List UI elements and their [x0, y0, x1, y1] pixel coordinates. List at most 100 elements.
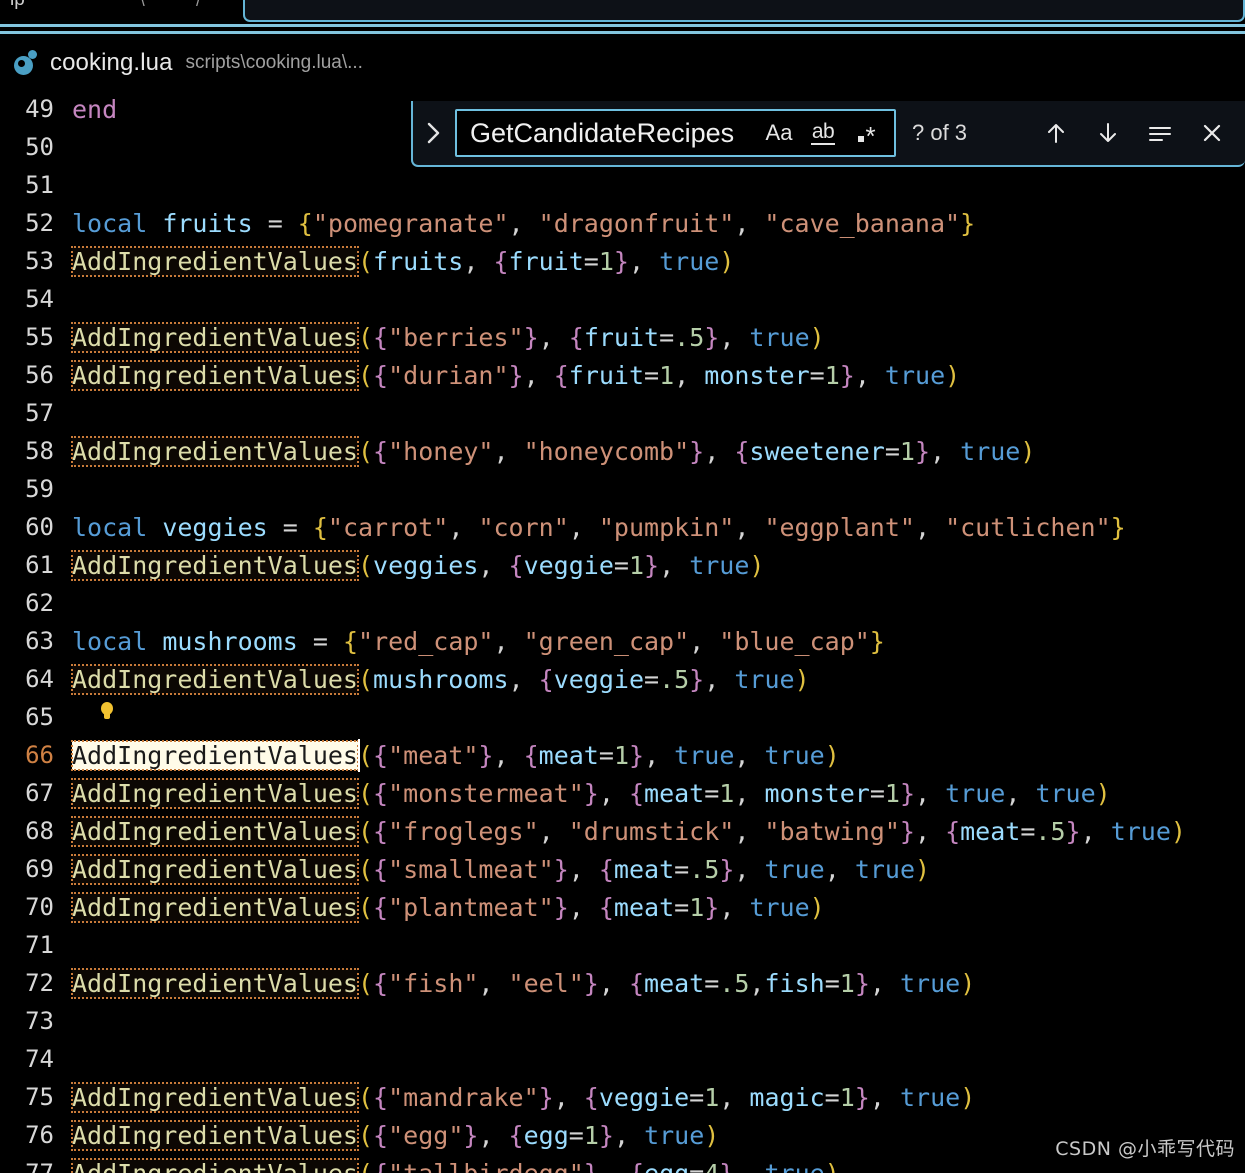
code-token: , — [824, 854, 855, 884]
match-whole-word-icon[interactable]: ab — [806, 116, 840, 150]
code-token: mushrooms — [162, 626, 298, 656]
code-line[interactable]: 52 local fruits = {"pomegranate", "dragon… — [0, 204, 1245, 242]
code-line[interactable]: 64 AddIngredientValues(mushrooms, {veggie… — [0, 660, 1245, 698]
code-token: , — [568, 512, 599, 542]
line-number: 68 — [25, 817, 54, 845]
search-match[interactable]: AddIngredientValues — [71, 1119, 359, 1151]
search-match[interactable]: AddIngredientValues — [71, 853, 359, 885]
code-token: "meat" — [388, 740, 479, 770]
use-regex-icon[interactable]: * — [850, 116, 884, 150]
search-match[interactable]: AddIngredientValues — [71, 663, 359, 695]
code-token: "mandrake" — [388, 1082, 539, 1112]
code-line[interactable]: 69 AddIngredientValues({"smallmeat"}, {me… — [0, 850, 1245, 888]
search-match[interactable]: AddIngredientValues — [71, 777, 359, 809]
code-token: "berries" — [388, 322, 524, 352]
code-token: } — [689, 436, 705, 466]
code-token: monster — [704, 360, 810, 390]
code-line[interactable]: 67 AddIngredientValues({"monstermeat"}, {… — [0, 774, 1245, 812]
code-line[interactable]: 58 AddIngredientValues({"honey", "honeyco… — [0, 432, 1245, 470]
code-line[interactable]: 71 — [0, 926, 1245, 964]
code-token: true — [960, 436, 1021, 466]
code-token: egg — [644, 1158, 690, 1173]
code-line[interactable]: 54 — [0, 280, 1245, 318]
code-token: } — [553, 854, 569, 884]
code-line[interactable]: 59 — [0, 470, 1245, 508]
code-token: .5 — [719, 968, 750, 998]
code-line[interactable]: 76 AddIngredientValues({"egg"}, {egg=1}, … — [0, 1116, 1245, 1154]
code-token: = — [809, 360, 825, 390]
code-token: ( — [357, 246, 374, 276]
toggle-replace-chevron-icon[interactable] — [413, 100, 455, 166]
code-token: , — [508, 664, 539, 694]
code-token: veggie — [598, 1082, 690, 1112]
lightbulb-icon[interactable] — [100, 702, 114, 720]
code-editor[interactable]: 49 end 50 51 52 local fruits = {"pomegranate"… — [0, 90, 1245, 1173]
find-widget[interactable]: GetCandidateRecipes Aa ab * ? of 3 — [411, 101, 1245, 167]
code-line[interactable]: 70 AddIngredientValues({"plantmeat"}, {me… — [0, 888, 1245, 926]
breadcrumb-fragment-left[interactable]: ip — [10, 0, 25, 11]
code-token: ( — [357, 892, 374, 922]
code-token: { — [373, 1120, 389, 1150]
code-token: = — [267, 512, 313, 542]
search-match[interactable]: AddIngredientValues — [71, 1157, 359, 1173]
code-line[interactable]: 62 — [0, 584, 1245, 622]
match-case-icon[interactable]: Aa — [762, 116, 796, 150]
code-token: ) — [1095, 778, 1111, 808]
code-line[interactable]: 55 AddIngredientValues({"berries"}, {frui… — [0, 318, 1245, 356]
line-number: 64 — [25, 665, 54, 693]
code-line[interactable]: 66 AddIngredientValues({"meat"}, {meat=1}… — [0, 736, 1245, 774]
search-match-current[interactable]: AddIngredientValues — [71, 738, 360, 772]
code-line[interactable]: 75 AddIngredientValues({"mandrake"}, {veg… — [0, 1078, 1245, 1116]
code-line[interactable]: 65 — [0, 698, 1245, 736]
code-line[interactable]: 73 — [0, 1002, 1245, 1040]
code-text: AddIngredientValues({"plantmeat"}, {meat… — [71, 891, 825, 923]
code-text: local fruits = {"pomegranate", "dragonfr… — [72, 209, 975, 238]
search-match[interactable]: AddIngredientValues — [71, 245, 359, 277]
find-actions — [1037, 114, 1245, 152]
code-token: ( — [357, 740, 374, 770]
code-token: "monstermeat" — [388, 778, 584, 808]
search-match[interactable]: AddIngredientValues — [71, 891, 359, 923]
code-token: veggie — [553, 664, 644, 694]
search-match[interactable]: AddIngredientValues — [71, 1081, 359, 1113]
code-token: , — [538, 816, 569, 846]
code-token: ( — [357, 664, 374, 694]
code-line[interactable]: 61 AddIngredientValues(veggies, {veggie=1… — [0, 546, 1245, 584]
code-line[interactable]: 74 — [0, 1040, 1245, 1078]
code-line[interactable]: 72 AddIngredientValues({"fish", "eel"}, {… — [0, 964, 1245, 1002]
file-name-label[interactable]: cooking.lua — [50, 49, 173, 77]
code-line[interactable]: 60 local veggies = {"carrot", "corn", "pu… — [0, 508, 1245, 546]
code-token: } — [583, 1158, 599, 1173]
close-icon[interactable] — [1193, 114, 1231, 152]
search-match[interactable]: AddIngredientValues — [71, 359, 359, 391]
previous-match-arrow-up-icon[interactable] — [1037, 114, 1075, 152]
code-token: ) — [794, 664, 810, 694]
code-token: , — [914, 816, 946, 846]
code-line[interactable]: 51 — [0, 166, 1245, 204]
code-line[interactable]: 56 AddIngredientValues({"durian"}, {fruit… — [0, 356, 1245, 394]
search-match[interactable]: AddIngredientValues — [71, 967, 359, 999]
code-token: , — [538, 322, 569, 352]
find-input-value[interactable]: GetCandidateRecipes — [457, 118, 762, 149]
code-line[interactable]: 57 — [0, 394, 1245, 432]
search-match[interactable]: AddIngredientValues — [71, 321, 359, 353]
code-line[interactable]: 53 AddIngredientValues(fruits, {fruit=1},… — [0, 242, 1245, 280]
code-token: ( — [357, 1158, 374, 1173]
code-token: , — [523, 360, 554, 390]
search-match[interactable]: AddIngredientValues — [71, 549, 359, 581]
line-number: 67 — [25, 779, 54, 807]
next-match-arrow-down-icon[interactable] — [1089, 114, 1127, 152]
code-line[interactable]: 63 local mushrooms = {"red_cap", "green_c… — [0, 622, 1245, 660]
line-number: 53 — [25, 247, 54, 275]
code-token: , — [704, 664, 735, 694]
code-line[interactable]: 77 AddIngredientValues({"tallbirdegg"}, {… — [0, 1154, 1245, 1173]
find-input[interactable]: GetCandidateRecipes Aa ab * — [455, 109, 896, 157]
search-match[interactable]: AddIngredientValues — [71, 815, 359, 847]
find-in-selection-icon[interactable] — [1141, 114, 1179, 152]
code-token: meat — [613, 892, 675, 922]
code-text: AddIngredientValues({"froglegs", "drumst… — [71, 815, 1186, 847]
code-line[interactable]: 68 AddIngredientValues({"froglegs", "drum… — [0, 812, 1245, 850]
line-number: 66 — [25, 741, 54, 769]
search-match[interactable]: AddIngredientValues — [71, 435, 359, 467]
